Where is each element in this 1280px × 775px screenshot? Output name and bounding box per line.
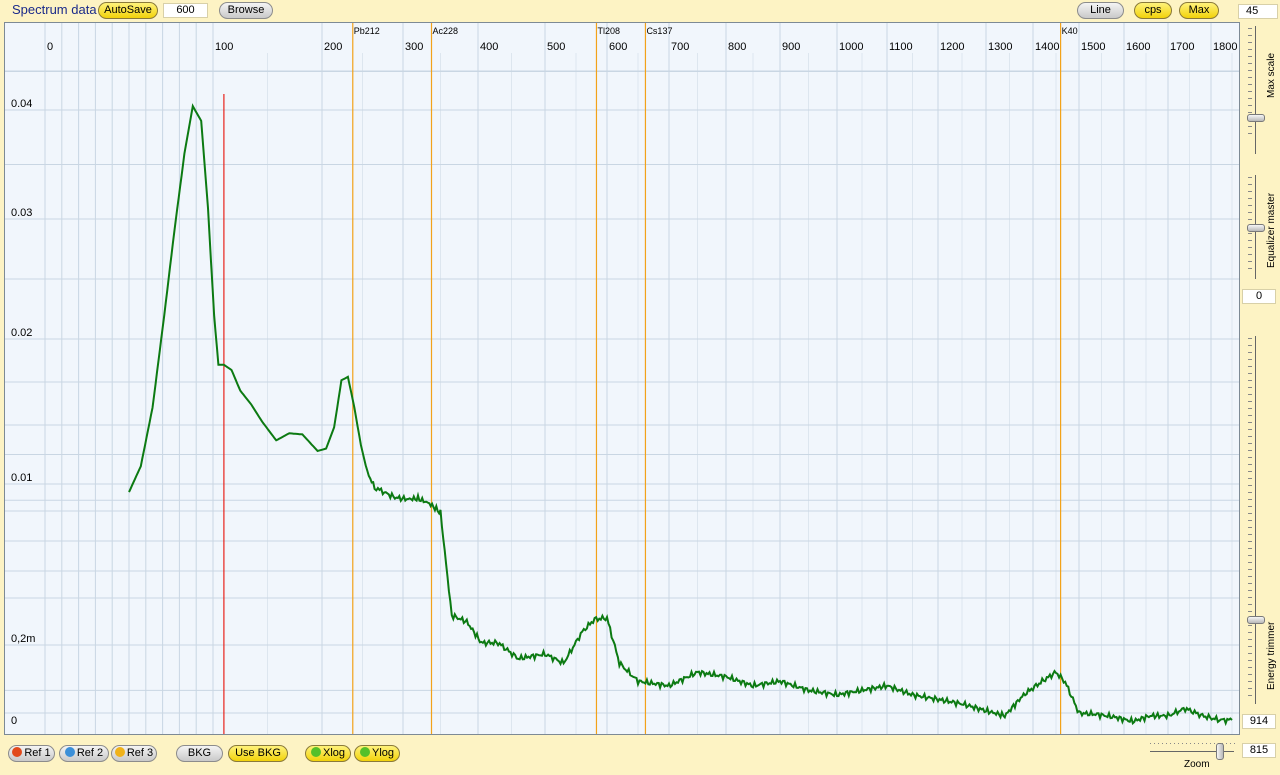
xlog-toggle[interactable]: Xlog	[305, 745, 351, 762]
equalizer-value: 0	[1242, 289, 1276, 304]
isotope-label: Pb212	[354, 26, 380, 36]
x-tick-label: 1000	[839, 41, 863, 53]
energy-trimmer-value: 914	[1242, 714, 1276, 729]
ref2-radio-icon	[64, 747, 75, 757]
x-tick-label: 800	[728, 41, 746, 53]
spectrum-series-line	[128, 103, 1233, 727]
ylog-indicator-icon	[359, 747, 370, 757]
cps-toggle[interactable]: cps	[1134, 2, 1172, 19]
x-tick-label: 1600	[1126, 41, 1150, 53]
y-tick-label: 0.04	[11, 98, 32, 110]
zoom-slider[interactable]	[1216, 743, 1224, 760]
ref1-button[interactable]: Ref 1	[8, 745, 55, 762]
x-tick-label: 400	[480, 41, 498, 53]
energy-trimmer-ticks	[1248, 338, 1253, 702]
corner-value: 45	[1238, 4, 1278, 19]
autosave-button[interactable]: AutoSave	[98, 2, 158, 19]
spectrum-chart[interactable]: 0 100 200 300 400 500 600 700 800 900 1000 1100 1200…	[5, 23, 1239, 734]
ylog-label: Ylog	[371, 747, 395, 759]
zoom-label: Zoom	[1184, 759, 1210, 770]
x-tick-label: 1700	[1170, 41, 1194, 53]
x-tick-label: 1200	[940, 41, 964, 53]
ref3-radio-icon	[114, 747, 125, 757]
equalizer-slider[interactable]	[1247, 224, 1265, 232]
y-tick-label: 0,2m	[11, 633, 35, 645]
isotope-label: Tl208	[597, 26, 620, 36]
x-tick-label: 300	[405, 41, 423, 53]
y-tick-label: 0.02	[11, 327, 32, 339]
y-tick-label: 0.03	[11, 207, 32, 219]
bottom-toolbar: Ref 1 Ref 2 Ref 3 BKG Use BKG Xlog Ylog …	[0, 735, 1280, 775]
max-scale-slider[interactable]	[1247, 114, 1265, 122]
right-control-panel: Max scale Equalizer master 0 Energy trim…	[1240, 22, 1280, 735]
xlog-indicator-icon	[310, 747, 321, 757]
x-tick-label: 200	[324, 41, 342, 53]
equalizer-label: Equalizer master	[1266, 192, 1277, 268]
y-tick-label: 0.01	[11, 472, 32, 484]
top-toolbar: Spectrum data AutoSave 600 Browse Line c…	[0, 0, 1280, 22]
x-tick-label: 1500	[1081, 41, 1105, 53]
browse-button[interactable]: Browse	[219, 2, 273, 19]
spectrum-plot[interactable]: 0 100 200 300 400 500 600 700 800 900 1000 1100 1200…	[4, 22, 1240, 735]
x-tick-label: 1100	[889, 41, 913, 53]
ref1-radio-icon	[12, 747, 23, 757]
ref3-button[interactable]: Ref 3	[111, 745, 157, 762]
ylog-toggle[interactable]: Ylog	[354, 745, 400, 762]
x-tick-label: 1800	[1213, 41, 1237, 53]
ref1-label: Ref 1	[24, 747, 51, 759]
max-scale-label: Max scale	[1266, 52, 1277, 98]
max-toggle[interactable]: Max	[1179, 2, 1219, 19]
x-tick-label: 700	[671, 41, 689, 53]
use-bkg-toggle[interactable]: Use BKG	[228, 745, 288, 762]
y-tick-label: 0	[11, 715, 17, 727]
panel-title: Spectrum data	[12, 2, 97, 17]
isotope-label: Cs137	[646, 26, 672, 36]
ref3-label: Ref 3	[126, 747, 154, 759]
energy-trimmer-slider[interactable]	[1247, 616, 1265, 624]
interval-input[interactable]: 600	[163, 3, 208, 18]
x-tick-label: 500	[547, 41, 565, 53]
energy-trimmer-label: Energy trimmer	[1266, 621, 1277, 690]
isotope-label: Ac228	[433, 26, 459, 36]
zoom-value: 815	[1242, 743, 1276, 758]
ref2-label: Ref 2	[76, 747, 104, 759]
energy-trimmer-track	[1255, 336, 1256, 704]
x-tick-label: 1400	[1035, 41, 1059, 53]
bkg-button[interactable]: BKG	[176, 745, 223, 762]
line-mode-button[interactable]: Line	[1077, 2, 1124, 19]
x-tick-label: 100	[215, 41, 233, 53]
max-scale-track	[1255, 26, 1256, 154]
isotope-label: K40	[1062, 26, 1078, 36]
x-tick-label: 600	[609, 41, 627, 53]
xlog-label: Xlog	[322, 747, 346, 759]
max-scale-ticks	[1248, 28, 1253, 140]
ref2-button[interactable]: Ref 2	[59, 745, 109, 762]
x-tick-label: 1300	[988, 41, 1012, 53]
zoom-slider-group: Zoom	[1150, 740, 1236, 770]
x-tick-label: 900	[782, 41, 800, 53]
x-tick-label: 0	[47, 41, 53, 53]
